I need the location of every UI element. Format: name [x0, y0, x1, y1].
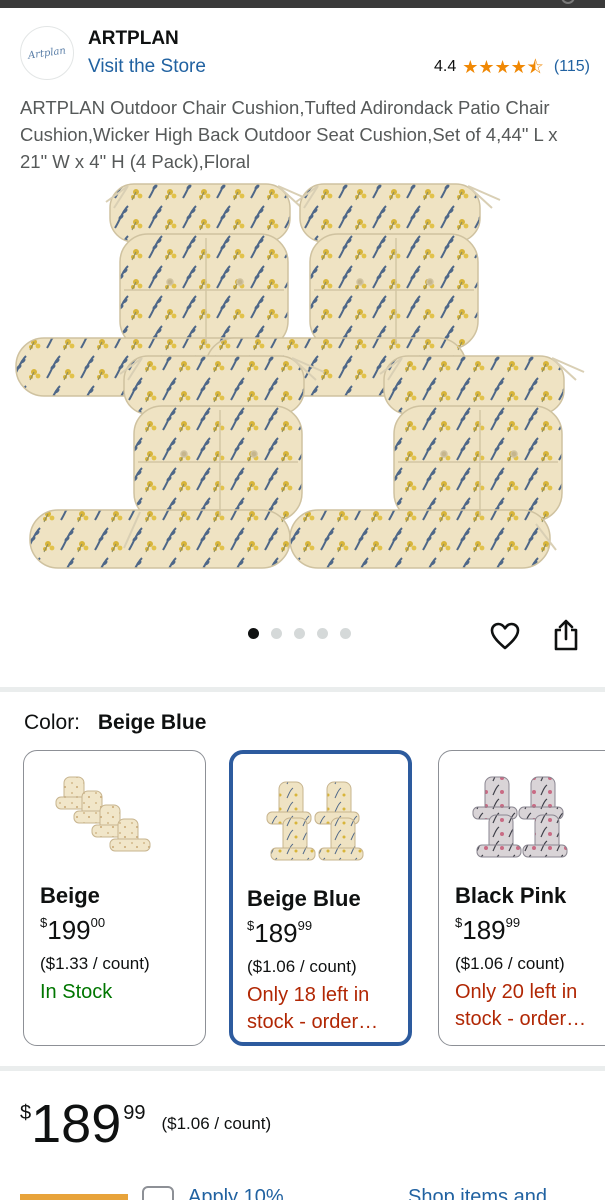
swatch-name: Black Pink: [455, 883, 567, 908]
color-selector-header: Color: Beige Blue: [24, 711, 206, 735]
swatch-thumbnail: [472, 776, 568, 858]
carousel-dot[interactable]: [317, 628, 328, 639]
selected-color: Beige Blue: [97, 711, 207, 734]
shop-items-link[interactable]: Shop items and: [408, 1186, 547, 1200]
swatch-thumbnail: [55, 776, 151, 852]
star-icon: ⯪: [526, 57, 544, 77]
star-icon: ★: [494, 57, 511, 77]
product-image[interactable]: [10, 172, 595, 582]
swatch-black-pink[interactable]: Black Pink $18999 ($1.06 / count) Only 2…: [438, 750, 605, 1046]
rating-stars: ★ ★ ★ ★ ⯪: [462, 58, 544, 76]
color-label: Color:: [24, 711, 81, 734]
rating-summary[interactable]: 4.4 ★ ★ ★ ★ ⯪ (115): [434, 58, 590, 76]
price-whole: 189: [31, 1094, 122, 1154]
brand-logo[interactable]: Artplan: [20, 26, 74, 80]
price-unit: ($1.06 / count): [161, 1114, 272, 1133]
carousel-dot[interactable]: [340, 628, 351, 639]
swatch-beige-blue[interactable]: Beige Blue $18999 ($1.06 / count) Only 1…: [229, 750, 412, 1046]
swatch-price: $18999: [455, 915, 521, 945]
swatch-name: Beige: [40, 883, 100, 908]
swatch-thumbnail: [266, 781, 364, 861]
carousel-dot[interactable]: [248, 628, 259, 639]
review-count[interactable]: (115): [554, 58, 590, 76]
product-price: $ 189 99 ($1.06 / count): [20, 1094, 271, 1154]
swatch-price: $18999: [247, 918, 313, 948]
swatch-unit-price: ($1.33 / count): [40, 954, 150, 973]
swatch-name: Beige Blue: [247, 886, 361, 911]
product-title: ARTPLAN Outdoor Chair Cushion,Tufted Adi…: [20, 97, 558, 172]
carousel-dot[interactable]: [294, 628, 305, 639]
image-carousel-dots[interactable]: [248, 628, 351, 639]
section-divider: [0, 1066, 605, 1071]
deal-badge: [20, 1194, 128, 1200]
price-currency: $: [20, 1102, 32, 1124]
swatch-beige[interactable]: Beige $19900 ($1.33 / count) In Stock: [23, 750, 206, 1046]
star-icon: ★: [478, 57, 495, 77]
coupon-text[interactable]: Apply 10%: [188, 1186, 284, 1200]
swatch-availability: Only 18 left in stock - order…: [247, 984, 379, 1033]
brand-logo-text: Artplan: [27, 44, 67, 62]
coupon-checkbox[interactable]: [142, 1186, 174, 1200]
status-glyph-icon: [561, 0, 575, 4]
brand-header: Artplan ARTPLAN Visit the Store 4.4 ★ ★ ★ ★…: [20, 24, 590, 82]
section-divider: [0, 687, 605, 692]
star-icon: ★: [510, 57, 527, 77]
share-icon[interactable]: [552, 618, 580, 652]
bottom-peek: Apply 10% Shop items and: [0, 1186, 605, 1200]
visit-store-link[interactable]: Visit the Store: [88, 56, 206, 78]
heart-icon[interactable]: [489, 620, 521, 652]
swatch-availability: Only 20 left in stock - order…: [455, 981, 587, 1030]
swatch-availability: In Stock: [40, 981, 113, 1003]
carousel-dot[interactable]: [271, 628, 282, 639]
swatch-price: $19900: [40, 915, 106, 945]
swatch-unit-price: ($1.06 / count): [247, 957, 357, 976]
brand-name: ARTPLAN: [88, 28, 179, 49]
rating-value: 4.4: [433, 58, 457, 75]
status-bar: [0, 0, 605, 8]
swatch-unit-price: ($1.06 / count): [455, 954, 565, 973]
star-icon: ★: [462, 57, 479, 77]
price-fraction: 99: [123, 1102, 146, 1124]
color-swatch-list[interactable]: Beige $19900 ($1.33 / count) In Stock Be…: [0, 750, 605, 1050]
